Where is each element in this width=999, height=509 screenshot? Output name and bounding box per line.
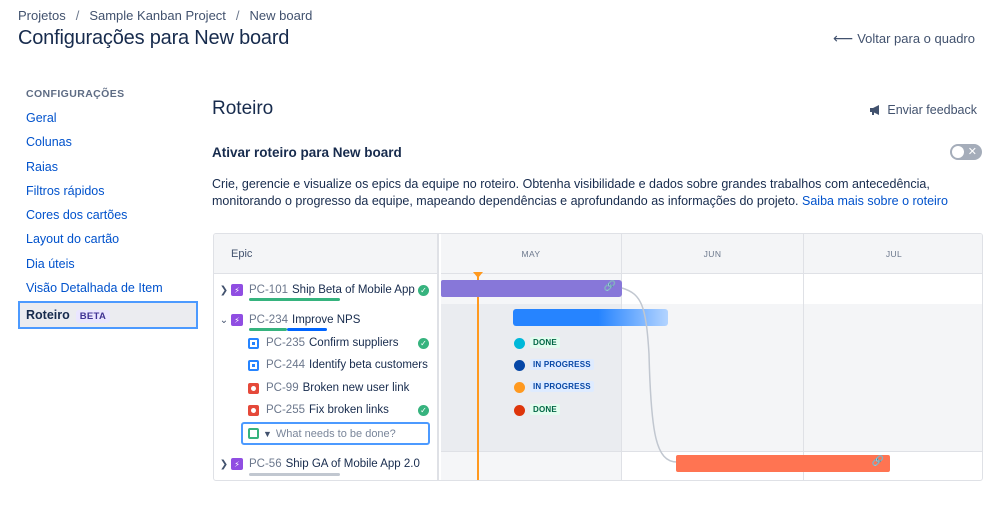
sidebar-item-filtros[interactable]: Filtros rápidos — [18, 179, 198, 203]
chevron-down-icon[interactable]: ⌄ — [217, 315, 231, 326]
child-row[interactable]: PC-255 Fix broken links ✓ — [214, 399, 439, 421]
beta-badge: BETA — [75, 310, 111, 324]
new-issue-input[interactable] — [275, 427, 416, 440]
roadmap-preview: Epic ❯ ⚡ PC-101 Ship Beta of Mobile App … — [213, 233, 983, 481]
avatar — [514, 338, 525, 349]
child-row[interactable]: PC-244 Identify beta customers — [214, 354, 439, 376]
issue-key: PC-255 — [266, 404, 305, 416]
issue-key: PC-101 — [249, 284, 288, 296]
avatar — [514, 360, 525, 371]
epic-progress-done — [249, 328, 287, 331]
issue-title: Fix broken links — [309, 404, 389, 416]
issue-key: PC-235 — [266, 337, 305, 349]
issue-key: PC-234 — [249, 314, 288, 326]
sidebar-item-roteiro[interactable]: Roteiro BETA — [18, 301, 198, 330]
done-check-icon: ✓ — [418, 404, 429, 416]
issue-key: PC-99 — [266, 382, 299, 394]
chevron-down-icon[interactable]: ▼ — [263, 429, 272, 439]
epic-icon: ⚡ — [231, 314, 243, 326]
issue-title: Broken new user link — [302, 382, 410, 394]
roadmap-description: Crie, gerencie e visualize os epics da e… — [212, 176, 982, 209]
feedback-button[interactable]: Enviar feedback — [869, 103, 977, 117]
toggle-knob — [952, 146, 964, 158]
story-type-icon — [248, 428, 259, 439]
avatar — [514, 405, 525, 416]
bug-icon — [248, 382, 259, 394]
arrow-left-icon: ⟵ — [833, 30, 854, 46]
status-done: DONE — [530, 337, 560, 348]
sidebar-heading: CONFIGURAÇÕES — [26, 88, 125, 100]
breadcrumb-separator: / — [235, 8, 240, 23]
child-row[interactable]: PC-235 Confirm suppliers ✓ — [214, 332, 439, 354]
enable-roadmap-toggle[interactable]: ✕ — [950, 144, 982, 160]
epic-row[interactable]: ❯ ⚡ PC-56 Ship GA of Mobile App 2.0 — [214, 453, 439, 475]
back-to-board-link[interactable]: ⟵ Voltar para o quadro — [833, 30, 975, 47]
issue-key: PC-56 — [249, 458, 282, 470]
epic-icon: ⚡ — [231, 284, 243, 296]
epic-progress-bar — [249, 298, 340, 301]
sidebar-item-layout[interactable]: Layout do cartão — [18, 227, 198, 251]
link-icon: 🔗 — [871, 456, 884, 467]
chevron-right-icon[interactable]: ❯ — [217, 285, 231, 296]
breadcrumb-projetos[interactable]: Projetos — [18, 8, 66, 23]
sidebar-item-colunas[interactable]: Colunas — [18, 130, 198, 154]
child-row[interactable]: PC-99 Broken new user link — [214, 377, 439, 399]
timeline: MAY JUN JUL 🔗 DONE IN PROGRESS IN PROGRE… — [441, 234, 982, 480]
epic-column-header: Epic — [214, 234, 437, 274]
done-check-icon: ✓ — [418, 337, 429, 349]
story-icon — [248, 359, 259, 371]
issue-title: Ship GA of Mobile App 2.0 — [285, 458, 420, 470]
back-link-label: Voltar para o quadro — [857, 31, 975, 46]
issue-title: Ship Beta of Mobile App — [292, 284, 415, 296]
feedback-label: Enviar feedback — [887, 103, 977, 117]
dependency-line — [621, 287, 678, 463]
epic-bar-pc56[interactable]: 🔗 — [676, 455, 890, 472]
bug-icon — [248, 404, 259, 416]
sidebar-item-cores[interactable]: Cores dos cartões — [18, 203, 198, 227]
status-in-progress: IN PROGRESS — [530, 359, 594, 370]
settings-sidebar: CONFIGURAÇÕES Geral Colunas Raias Filtro… — [18, 88, 198, 330]
breadcrumb-board[interactable]: New board — [250, 8, 313, 23]
epic-progress-bar — [249, 473, 340, 476]
issue-title: Identify beta customers — [309, 359, 428, 371]
avatar — [514, 382, 525, 393]
chevron-right-icon[interactable]: ❯ — [217, 459, 231, 470]
breadcrumb-project[interactable]: Sample Kanban Project — [89, 8, 226, 23]
learn-more-link[interactable]: Saiba mais sobre o roteiro — [802, 194, 948, 208]
sidebar-item-dias[interactable]: Dia úteis — [18, 252, 198, 276]
status-done: DONE — [530, 404, 560, 415]
issue-key: PC-244 — [266, 359, 305, 371]
close-icon: ✕ — [967, 146, 977, 158]
sidebar-item-visao[interactable]: Visão Detalhada de Item — [18, 276, 198, 300]
sidebar-item-raias[interactable]: Raias — [18, 155, 198, 179]
issue-title: Confirm suppliers — [309, 337, 399, 349]
page-title: Configurações para New board — [18, 27, 290, 49]
section-title: Roteiro — [212, 98, 274, 119]
enable-roadmap-label: Ativar roteiro para New board — [212, 145, 402, 160]
issue-title: Improve NPS — [292, 314, 361, 326]
sidebar-item-label: Roteiro — [26, 308, 70, 323]
create-issue-field[interactable]: ▼ — [241, 422, 430, 445]
epic-icon: ⚡ — [231, 458, 243, 470]
done-check-icon: ✓ — [418, 284, 429, 296]
sidebar-item-geral[interactable]: Geral — [18, 106, 198, 130]
breadcrumb-separator: / — [75, 8, 80, 23]
epic-list: Epic ❯ ⚡ PC-101 Ship Beta of Mobile App … — [214, 234, 439, 480]
epic-progress-inprogress — [287, 328, 327, 331]
megaphone-icon — [870, 105, 880, 115]
status-in-progress: IN PROGRESS — [530, 381, 594, 392]
story-icon — [248, 337, 259, 349]
breadcrumb: Projetos / Sample Kanban Project / New b… — [18, 8, 312, 23]
